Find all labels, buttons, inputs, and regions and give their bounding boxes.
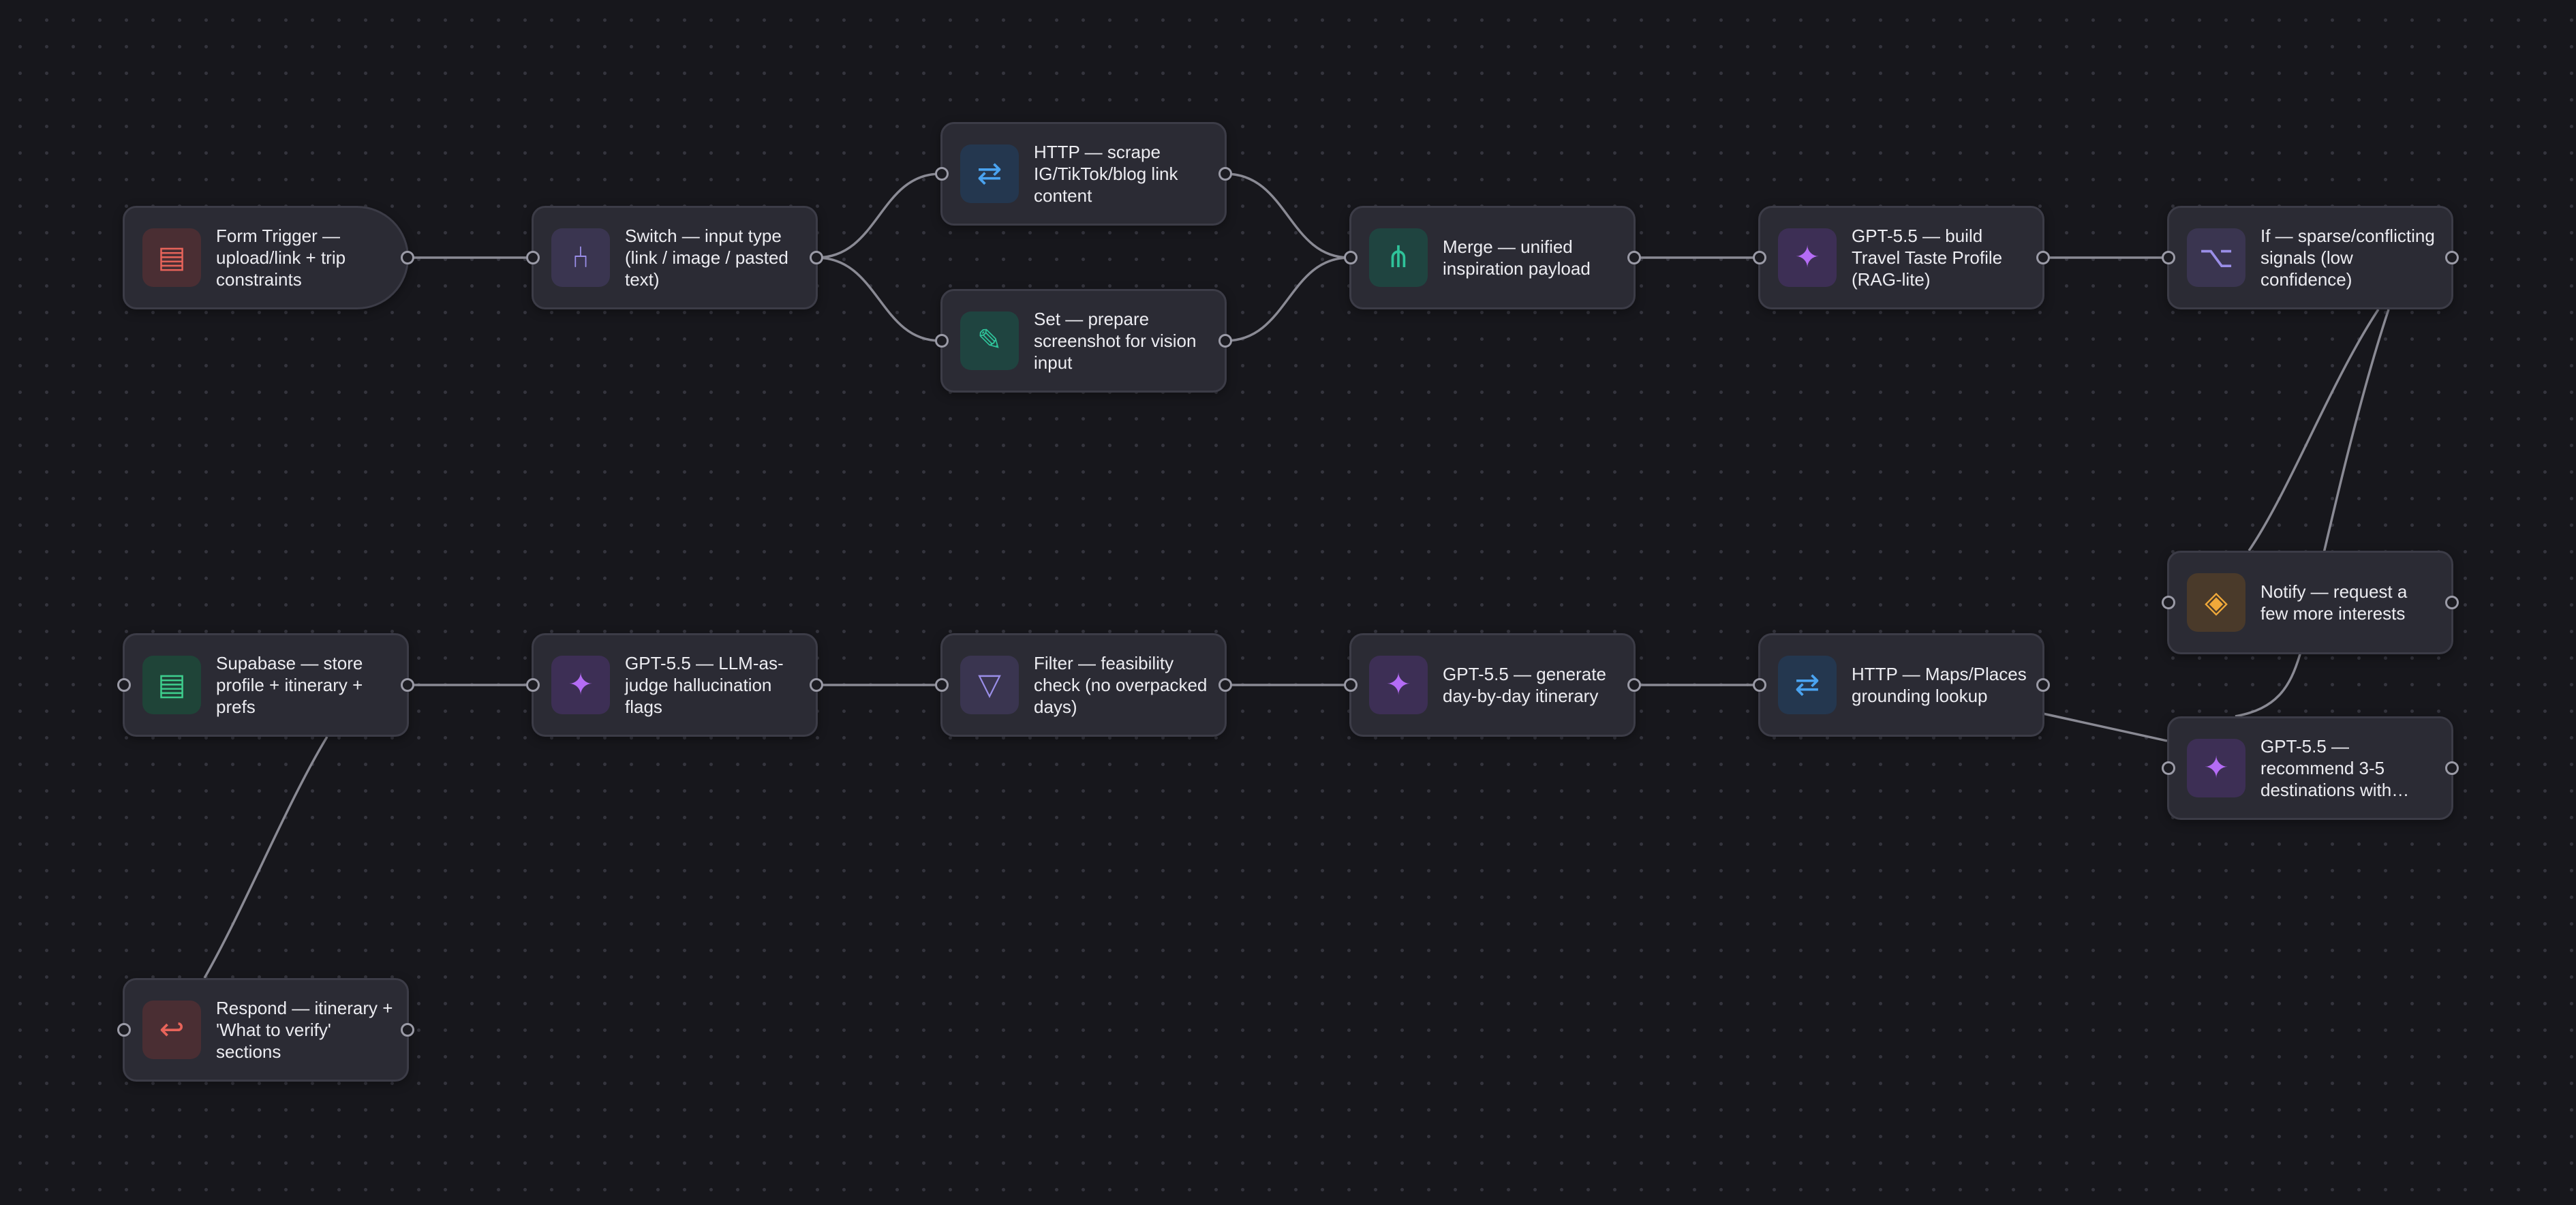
sparkle-icon: ✦ (1778, 228, 1837, 287)
output-handle[interactable] (810, 678, 823, 692)
input-handle[interactable] (526, 678, 540, 692)
node-label: Filter — feasibility check (no overpacke… (1034, 653, 1208, 717)
output-handle[interactable] (2445, 251, 2459, 264)
edge-http-to-merge[interactable] (1225, 172, 1350, 259)
node-http-scrape[interactable]: ⇄ HTTP — scrape IG/TikTok/blog link cont… (935, 122, 1232, 226)
edge-supabase-to-respond[interactable] (203, 736, 328, 979)
input-handle[interactable] (1753, 251, 1766, 264)
notify-diamond-icon: ◈ (2187, 573, 2245, 632)
node-label: Form Trigger — upload/link + trip constr… (216, 226, 346, 290)
node-label: If — sparse/conflicting signals (low con… (2260, 226, 2435, 290)
sparkle-icon: ✦ (2187, 739, 2245, 797)
edge-if-to-notify[interactable] (2248, 309, 2380, 551)
input-handle[interactable] (117, 1023, 131, 1037)
output-handle[interactable] (401, 251, 414, 264)
node-switch[interactable]: ⑃ Switch — input type (link / image / pa… (526, 206, 823, 309)
output-handle[interactable] (401, 678, 414, 692)
output-handle[interactable] (2036, 678, 2050, 692)
node-supabase[interactable]: ▤ Supabase — store profile + itinerary +… (117, 633, 414, 737)
node-set-prepare[interactable]: ✎ Set — prepare screenshot for vision in… (935, 289, 1232, 393)
filter-icon: ▽ (960, 656, 1019, 714)
output-handle[interactable] (1627, 678, 1641, 692)
node-label: Notify — request a few more interests (2260, 581, 2408, 624)
if-branch-icon: ⌥ (2187, 228, 2245, 287)
node-label: Supabase — store profile + itinerary + p… (216, 653, 363, 717)
input-handle[interactable] (1344, 678, 1358, 692)
node-respond[interactable]: ↩ Respond — itinerary + 'What to verify'… (117, 978, 414, 1082)
node-gpt-itinerary[interactable]: ✦ GPT-5.5 — generate day-by-day itinerar… (1344, 633, 1641, 737)
node-label: Set — prepare screenshot for vision inpu… (1034, 309, 1197, 373)
node-http-maps[interactable]: ⇄ HTTP — Maps/Places grounding lookup (1753, 633, 2050, 737)
node-gpt-recommend[interactable]: ✦ GPT-5.5 — recommend 3-5 destinations w… (2162, 716, 2459, 820)
node-label: GPT-5.5 — build Travel Taste Profile (RA… (1852, 226, 2003, 290)
node-gpt-profile[interactable]: ✦ GPT-5.5 — build Travel Taste Profile (… (1753, 206, 2050, 309)
edge-if-to-recommend[interactable] (2235, 309, 2390, 718)
node-label: GPT-5.5 — LLM-as-judge hallucination fla… (625, 653, 784, 717)
edge-set-to-merge[interactable] (1225, 256, 1350, 342)
output-handle[interactable] (2445, 761, 2459, 775)
node-label: Merge — unified inspiration payload (1443, 237, 1591, 279)
input-handle[interactable] (2162, 761, 2175, 775)
output-handle[interactable] (2036, 251, 2050, 264)
node-label: HTTP — Maps/Places grounding lookup (1852, 664, 2027, 706)
input-handle[interactable] (117, 678, 131, 692)
output-handle[interactable] (401, 1023, 414, 1037)
input-handle[interactable] (935, 334, 949, 348)
input-handle[interactable] (1344, 251, 1358, 264)
database-table-icon: ▤ (142, 656, 201, 714)
merge-icon: ⋔ (1369, 228, 1428, 287)
node-label: HTTP — scrape IG/TikTok/blog link conten… (1034, 142, 1178, 206)
node-filter[interactable]: ▽ Filter — feasibility check (no overpac… (935, 633, 1232, 737)
input-handle[interactable] (2162, 596, 2175, 609)
output-handle[interactable] (1218, 334, 1232, 348)
edge-switch-to-http[interactable] (816, 172, 941, 259)
sparkle-icon: ✦ (551, 656, 610, 714)
node-notify[interactable]: ◈ Notify — request a few more interests (2162, 551, 2459, 654)
output-handle[interactable] (1218, 678, 1232, 692)
http-exchange-icon: ⇄ (960, 144, 1019, 203)
switch-branch-icon: ⑃ (551, 228, 610, 287)
workflow-canvas[interactable]: ▤ Form Trigger — upload/link + trip cons… (0, 0, 2576, 1205)
input-handle[interactable] (526, 251, 540, 264)
http-exchange-icon: ⇄ (1778, 656, 1837, 714)
node-label: Switch — input type (link / image / past… (625, 226, 788, 290)
input-handle[interactable] (935, 167, 949, 181)
node-form-trigger[interactable]: ▤ Form Trigger — upload/link + trip cons… (123, 206, 414, 309)
output-handle[interactable] (1218, 167, 1232, 181)
pencil-icon: ✎ (960, 311, 1019, 370)
input-handle[interactable] (935, 678, 949, 692)
node-label: GPT-5.5 — recommend 3-5 destinations wit… (2260, 736, 2410, 800)
edge-switch-to-set[interactable] (816, 256, 941, 342)
return-arrow-icon: ↩ (142, 1001, 201, 1059)
output-handle[interactable] (2445, 596, 2459, 609)
node-gpt-judge[interactable]: ✦ GPT-5.5 — LLM-as-judge hallucination f… (526, 633, 823, 737)
edge-recommend-to-maps[interactable] (2042, 712, 2168, 742)
output-handle[interactable] (1627, 251, 1641, 264)
input-handle[interactable] (2162, 251, 2175, 264)
node-merge[interactable]: ⋔ Merge — unified inspiration payload (1344, 206, 1641, 309)
node-label: Respond — itinerary + 'What to verify' s… (216, 998, 393, 1062)
form-icon: ▤ (142, 228, 201, 287)
node-label: GPT-5.5 — generate day-by-day itinerary (1443, 664, 1606, 706)
input-handle[interactable] (1753, 678, 1766, 692)
node-if-sparse[interactable]: ⌥ If — sparse/conflicting signals (low c… (2162, 206, 2459, 309)
sparkle-icon: ✦ (1369, 656, 1428, 714)
output-handle[interactable] (810, 251, 823, 264)
